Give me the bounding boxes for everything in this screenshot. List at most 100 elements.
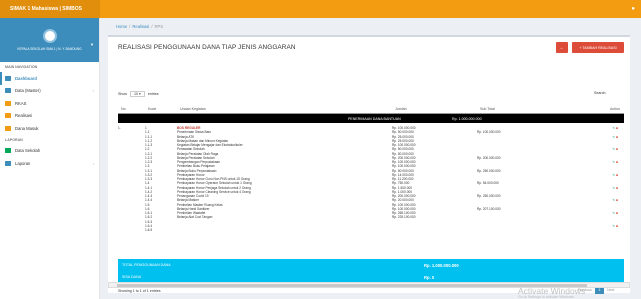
breadcrumb-separator: / — [129, 23, 131, 29]
trash-icon[interactable]: ■ — [615, 160, 618, 164]
trash-icon[interactable]: ■ — [615, 135, 618, 139]
row-codes: 1 1.1 1.1.1 1.1.2 1.1.3 1.2 1.2.1 1.2.2 1.2.3 1.3… — [145, 126, 177, 232]
action-spacer — [537, 164, 618, 173]
trash-icon[interactable]: ■ — [615, 211, 618, 215]
subtotal-cell: Rp. 100.000.000 — [477, 130, 501, 135]
horizontal-scrollbar[interactable] — [108, 282, 630, 288]
table-info: Showing 1 to 1 of 1 entries — [118, 289, 161, 293]
avatar[interactable] — [42, 29, 57, 43]
sidebar-item-data-master[interactable]: Data (Master) ‹ — [0, 85, 99, 98]
book-icon — [5, 125, 11, 131]
uraian-cell: Belanja Alat Cuci Tangan — [177, 215, 213, 220]
breadcrumb-page: RPS — [154, 23, 164, 29]
sidebar-item-data-sekolah[interactable]: Data Sekolah — [0, 145, 99, 158]
row-items: BOS REGULER Penerimaan Siswa Baru Belanja … — [177, 126, 292, 232]
row-spacer — [292, 126, 392, 232]
bell-icon[interactable]: ● — [631, 6, 635, 12]
sidebar-item-label: RKAS — [15, 100, 27, 106]
chevron-left-icon: ‹ — [92, 88, 94, 94]
jumlah-cell: Rp. 225.100.000 — [392, 215, 416, 220]
sidebar-item-label: Data (Master) — [15, 88, 41, 94]
chevron-left-icon: ‹ — [92, 160, 94, 166]
total-value: Rp. 1.000.000.000 — [424, 262, 459, 268]
sidebar-item-laporan[interactable]: Laporan ‹ — [0, 157, 99, 170]
total-label: TOTAL PENGGUNAAN DANA — [122, 263, 171, 267]
entries-control: Show 10 ▾ entries — [118, 91, 159, 97]
page-title: REALISASI PENGGUNAAN DANA TIAP JENIS ANG… — [118, 44, 296, 51]
col-action[interactable]: Action — [537, 107, 624, 111]
sidebar-item-label: Realisasi — [15, 113, 32, 119]
action-spacer — [537, 203, 618, 212]
next-button[interactable]: Next — [607, 288, 614, 292]
sidebar-item-rkas[interactable]: RKAS — [0, 97, 99, 110]
col-kode[interactable]: Kode — [145, 107, 177, 111]
col-uraian[interactable]: Uraian Kegiatan — [177, 107, 292, 111]
subtotal-cell: Rp. 207.100.000 — [477, 206, 501, 211]
nav-header-laporan: LAPORAN — [5, 137, 23, 142]
breadcrumb-section[interactable]: Realisasi — [132, 24, 149, 29]
main-content: Home / Realisasi / RPS REALISASI PENGGUN… — [100, 18, 641, 299]
trash-icon[interactable]: ■ — [615, 186, 618, 190]
breadcrumb-home[interactable]: Home — [116, 24, 127, 29]
subtotal-cell: Rp. 200.000.000 — [477, 155, 501, 160]
table-header: No Kode Uraian Kegiatan Jumlah Sub Total… — [118, 105, 624, 114]
trash-icon[interactable]: ■ — [615, 126, 618, 130]
sidebar-item-dana-masuk[interactable]: Dana Masuk — [0, 122, 99, 135]
table-row: 1. 1 1.1 1.1.1 1.1.2 1.1.3 1.2 1.2.1 1.2.2 1.2.3… — [118, 123, 624, 232]
dashboard-icon — [5, 75, 11, 81]
app-brand[interactable]: SIMAK 1 Mahasiswa | SIMBOS — [0, 0, 100, 18]
trash-icon[interactable]: ■ — [615, 173, 618, 177]
sidebar-item-dashboard[interactable]: Dashboard — [0, 72, 99, 85]
top-navbar: SIMAK 1 Mahasiswa | SIMBOS ● — [0, 0, 641, 18]
breadcrumb: Home / Realisasi / RPS — [100, 18, 641, 34]
database-icon — [5, 88, 11, 94]
sidebar-item-label: Dana Masuk — [15, 125, 39, 131]
scrollbar-thumb[interactable] — [117, 284, 587, 287]
band-title: PENERIMAAN DANA BANTUAN — [348, 116, 401, 121]
chevron-down-icon[interactable]: ▼ — [90, 42, 94, 47]
trash-icon[interactable]: ■ — [615, 224, 618, 228]
action-spacer — [537, 152, 618, 161]
band-value: Rp. 1.000.000.000 — [452, 116, 482, 121]
subtotal-cell: Rp. 54.000.000 — [477, 181, 499, 186]
col-subtotal[interactable]: Sub Total — [477, 107, 537, 111]
activate-windows-sub: Go to Settings to activate Windows. — [518, 295, 575, 299]
book-icon — [5, 100, 11, 106]
trash-icon[interactable]: ■ — [615, 147, 618, 151]
subtotal-cell: Rp. 250.000.000 — [477, 194, 501, 198]
gear-icon — [5, 148, 11, 154]
chart-icon — [5, 160, 11, 166]
action-spacer — [537, 177, 618, 186]
sidebar-item-label: Laporan — [15, 160, 31, 166]
user-panel[interactable]: KEPALA SEKOLAH SMA 1 | N. Y. BANDUNG ▼ — [0, 18, 99, 62]
nav-header-main: MAIN NAVIGATION — [5, 65, 38, 69]
search-label[interactable]: Search: — [594, 91, 606, 95]
col-jumlah[interactable]: Jumlah — [392, 107, 477, 111]
trash-icon[interactable]: ■ — [615, 198, 618, 202]
entries-select[interactable]: 10 ▾ — [130, 91, 145, 97]
table-band: PENERIMAAN DANA BANTUAN Rp. 1.000.000.00… — [118, 114, 624, 123]
realisasi-table: No Kode Uraian Kegiatan Jumlah Sub Total… — [118, 105, 624, 232]
col-no[interactable]: No — [118, 107, 145, 111]
realisasi-box: REALISASI PENGGUNAAN DANA TIAP JENIS ANG… — [108, 35, 630, 299]
back-button[interactable]: ← — [556, 42, 568, 53]
add-realisasi-button[interactable]: + TAMBAH REALISASI — [572, 42, 624, 53]
sidebar-item-realisasi[interactable]: Realisasi — [0, 110, 99, 123]
back-icon: ← — [559, 44, 565, 51]
kode-cell: 1.6.5 — [145, 228, 153, 232]
book-icon — [5, 113, 11, 119]
sidebar-item-label: Dashboard — [15, 75, 37, 81]
prev-button[interactable]: Previous — [578, 288, 592, 292]
sisa-label: SISA DANA — [122, 275, 141, 279]
entries-value: 10 — [134, 92, 138, 96]
user-name: KEPALA SEKOLAH SMA 1 | N. Y. BANDUNG — [17, 47, 82, 51]
action-spacer — [537, 139, 618, 148]
action-spacer — [537, 190, 618, 199]
sidebar: KEPALA SEKOLAH SMA 1 | N. Y. BANDUNG ▼ M… — [0, 18, 100, 299]
row-no: 1. — [118, 126, 121, 130]
total-row: TOTAL PENGGUNAAN DANA Rp. 1.000.000.000 — [118, 259, 624, 271]
action-cell: ✎ ■ — [537, 224, 618, 228]
show-label: Show — [118, 92, 127, 96]
entries-label: entries — [147, 92, 159, 96]
action-spacer — [537, 215, 618, 224]
